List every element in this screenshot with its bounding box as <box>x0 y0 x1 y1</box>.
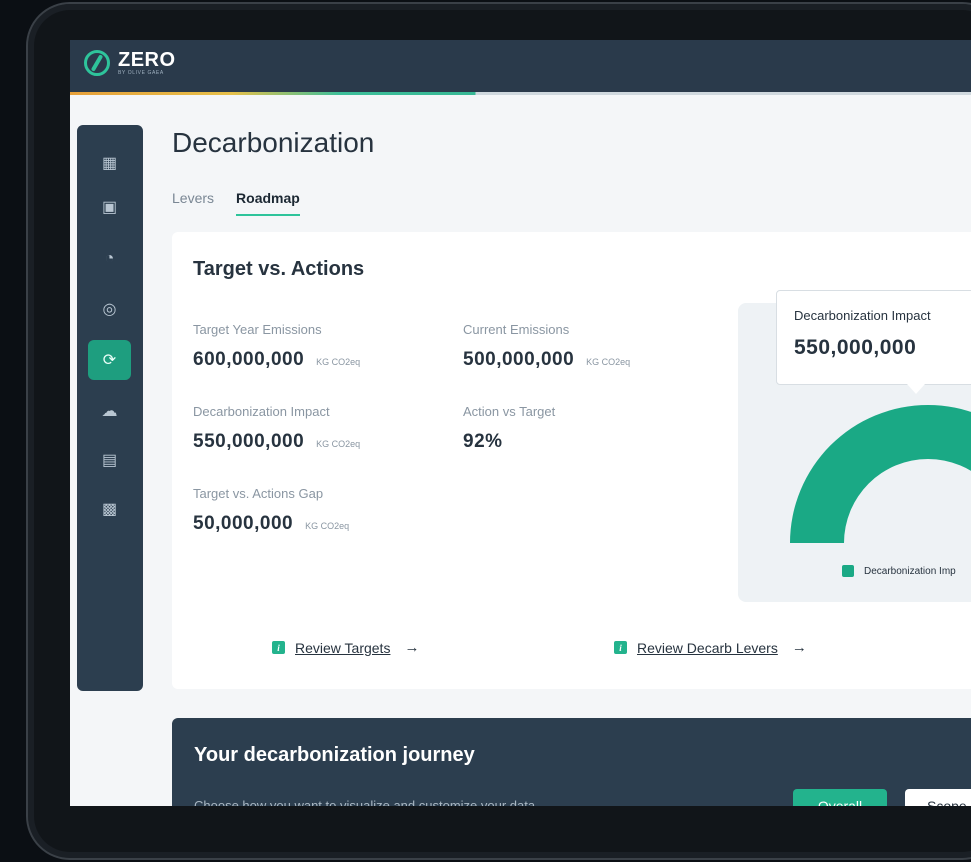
report-icon: ▤ <box>101 452 118 469</box>
overall-button[interactable]: Overall <box>793 789 887 806</box>
review-levers-link[interactable]: i Review Decarb Levers → <box>614 639 807 656</box>
sidebar-item-analytics[interactable]: ◔ <box>88 239 131 279</box>
decarbonization-icon: ⟳ <box>102 352 117 369</box>
metric-target-year-emissions: Target Year Emissions 600,000,000 KG CO2e… <box>193 322 360 371</box>
target-vs-actions-card: Target vs. Actions Target Year Emissions… <box>172 232 971 689</box>
sidebar-item-apps[interactable]: ▩ <box>88 489 131 529</box>
grid-icon: ▩ <box>101 501 118 518</box>
metric-value: 92% <box>463 431 503 452</box>
metric-target-actions-gap: Target vs. Actions Gap 50,000,000 KG CO2e… <box>193 486 349 535</box>
tooltip-value: 550,000,000 <box>794 336 917 359</box>
chart-tooltip: Decarbonization Impact 550,000,000 <box>776 290 971 394</box>
metric-value: 600,000,000 <box>193 349 305 370</box>
page-title: Decarbonization <box>172 127 375 158</box>
review-targets-link[interactable]: i Review Targets → <box>272 639 419 656</box>
scope-button[interactable]: Scope <box>905 789 971 806</box>
logo[interactable]: ZERO BY OLIVE GAEA <box>84 50 176 76</box>
journey-subtitle: Choose how you want to visualize and cus… <box>194 798 536 806</box>
metric-decarbonization-impact: Decarbonization Impact 550,000,000 KG CO2… <box>193 404 360 453</box>
app-screen: ZERO BY OLIVE GAEA ▦ ▣ ◔ ◎ ⟳ ☁ ▤ ▩ Decar… <box>70 40 971 806</box>
sidebar-item-dashboard[interactable]: ▦ <box>88 143 131 183</box>
sidebar-item-decarbonization[interactable]: ⟳ <box>88 340 131 380</box>
search-analytics-icon: ◔ <box>104 250 115 267</box>
review-targets-label[interactable]: Review Targets <box>295 640 390 656</box>
metric-unit: KG CO2eq <box>305 521 350 531</box>
metric-action-vs-target: Action vs Target 92% <box>463 404 555 453</box>
info-icon: i <box>272 641 285 654</box>
metric-label: Action vs Target <box>463 404 556 419</box>
dashboard-icon: ▦ <box>101 155 118 172</box>
metric-label: Current Emissions <box>463 322 570 337</box>
review-levers-label[interactable]: Review Decarb Levers <box>637 640 778 656</box>
metric-unit: KG CO2eq <box>316 357 361 367</box>
gauge-arc <box>790 405 971 543</box>
zero-logo-icon <box>84 50 110 76</box>
accent-line <box>70 92 971 95</box>
metric-label: Decarbonization Impact <box>193 404 330 419</box>
chart-legend: Decarbonization Imp <box>842 565 956 577</box>
metric-current-emissions: Current Emissions 500,000,000 KG CO2eq <box>463 322 630 371</box>
inbox-icon: ▣ <box>101 199 118 216</box>
journey-panel: Your decarbonization journey Choose how … <box>172 718 971 806</box>
sidebar-item-targets[interactable]: ◎ <box>88 289 131 329</box>
logo-text: ZERO <box>118 48 176 71</box>
sidebar-item-co2[interactable]: ☁ <box>88 391 131 431</box>
metric-unit: KG CO2eq <box>586 357 631 367</box>
legend-label: Decarbonization Imp <box>864 565 956 577</box>
arrow-right-icon: → <box>791 639 807 656</box>
metric-unit: KG CO2eq <box>316 439 361 449</box>
metric-value: 550,000,000 <box>193 431 305 452</box>
arrow-right-icon: → <box>404 639 420 656</box>
metric-label: Target Year Emissions <box>193 322 322 337</box>
co2-icon: ☁ <box>101 403 118 420</box>
metric-value: 50,000,000 <box>193 513 294 534</box>
sidebar-item-inbox[interactable]: ▣ <box>88 187 131 227</box>
tooltip-label: Decarbonization Impact <box>794 308 931 323</box>
sidebar-item-reports[interactable]: ▤ <box>88 440 131 480</box>
metric-label: Target vs. Actions Gap <box>193 486 324 501</box>
tab-roadmap[interactable]: Roadmap <box>236 190 300 216</box>
journey-title: Your decarbonization journey <box>194 744 475 766</box>
tab-levers[interactable]: Levers <box>172 190 214 216</box>
metric-value: 500,000,000 <box>463 349 575 370</box>
target-icon: ◎ <box>102 301 117 318</box>
sidebar: ▦ ▣ ◔ ◎ ⟳ ☁ ▤ ▩ <box>77 125 143 691</box>
legend-swatch <box>842 565 854 577</box>
tab-bar: Levers Roadmap <box>172 190 300 216</box>
top-bar: ZERO BY OLIVE GAEA <box>70 40 971 92</box>
info-icon: i <box>614 641 627 654</box>
card-title: Target vs. Actions <box>193 258 365 280</box>
